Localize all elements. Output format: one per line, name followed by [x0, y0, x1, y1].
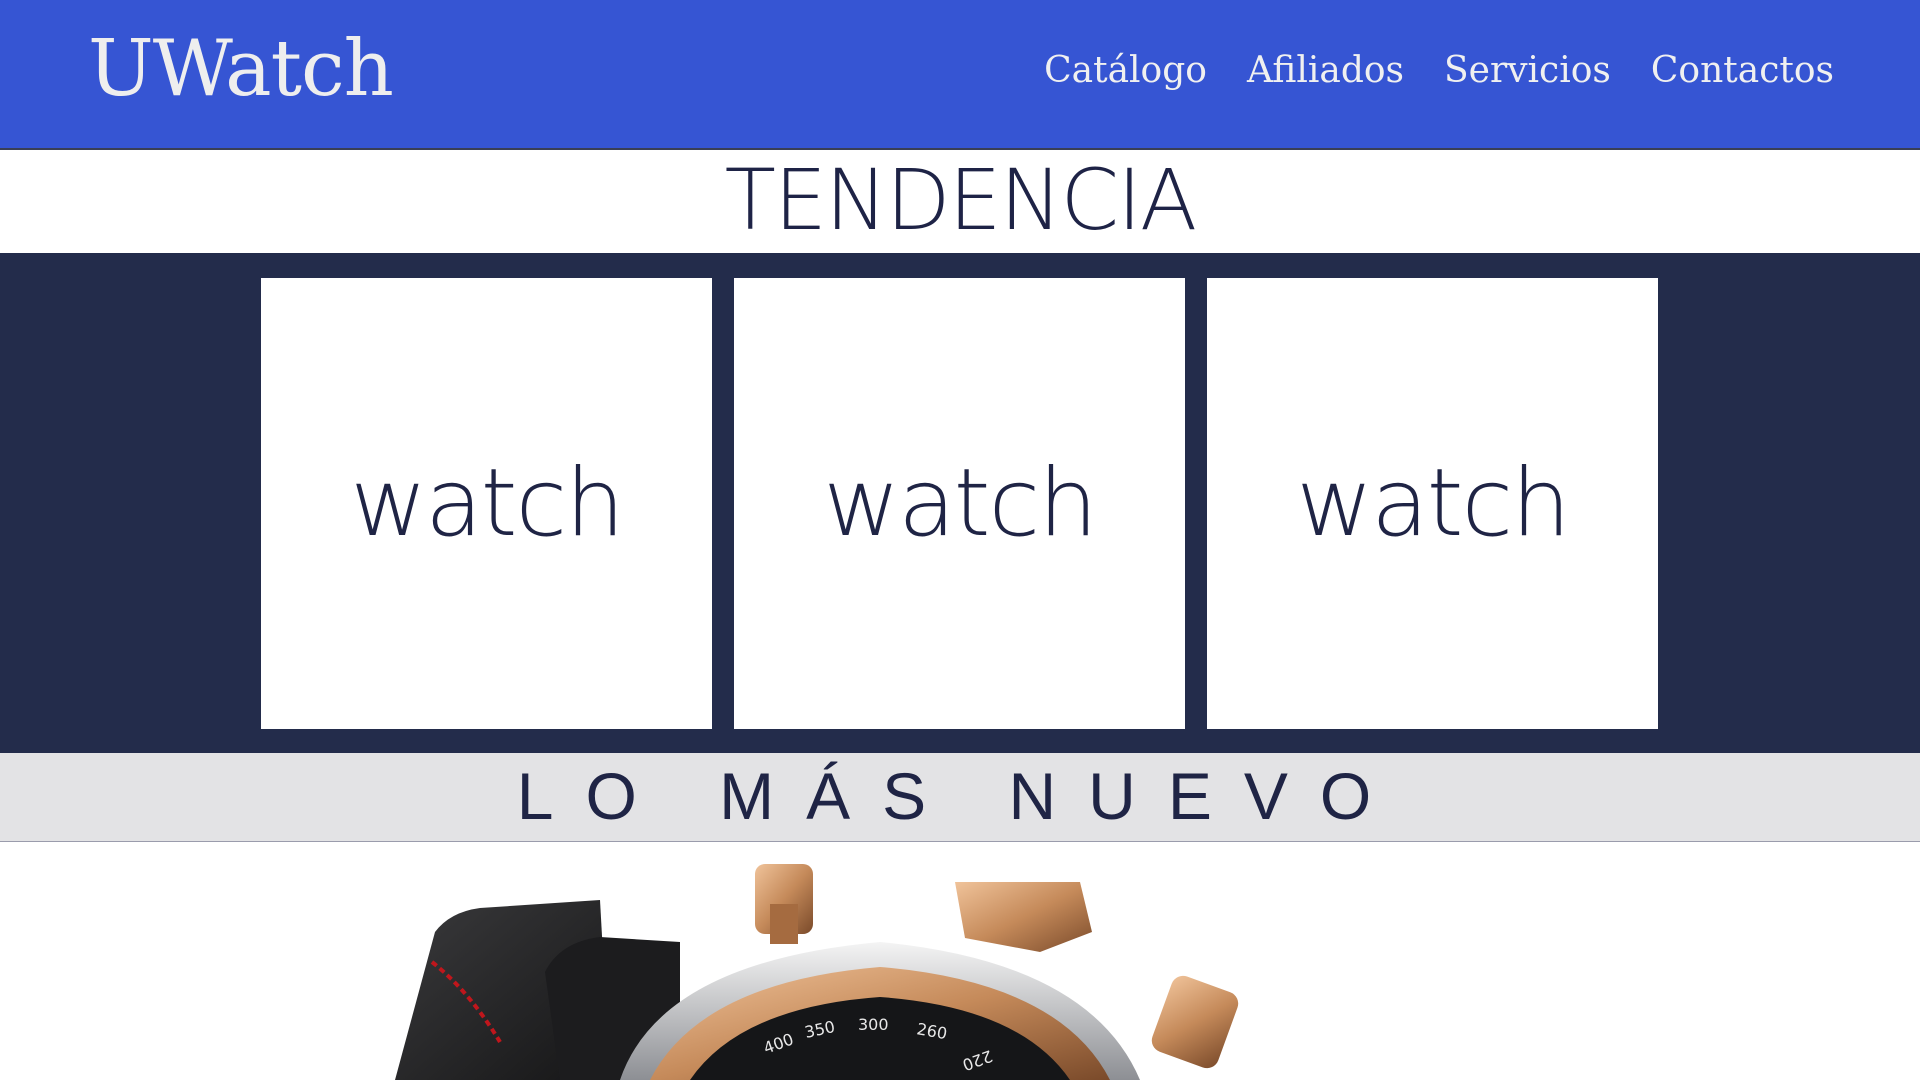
- main-nav: Catálogo Afiliados Servicios Contactos: [1044, 50, 1834, 91]
- new-title: LO MÁS NUEVO: [516, 759, 1404, 833]
- trend-heading-bar: TENDENCIA: [0, 150, 1920, 253]
- nav-afiliados[interactable]: Afiliados: [1247, 50, 1404, 91]
- chronograph-watch-image: 400 350 300 260 220: [395, 864, 1239, 1080]
- trend-card-2[interactable]: watch: [734, 278, 1185, 729]
- trend-card-label: watch: [1296, 449, 1571, 558]
- trend-card-label: watch: [350, 449, 625, 558]
- hero-image-area: 400 350 300 260 220: [0, 842, 1920, 1080]
- nav-catalogo[interactable]: Catálogo: [1044, 50, 1207, 91]
- brand-logo[interactable]: UWatch: [88, 24, 394, 114]
- nav-servicios[interactable]: Servicios: [1444, 50, 1611, 91]
- trend-gallery: watch watch watch: [0, 253, 1920, 753]
- trend-title: TENDENCIA: [724, 151, 1198, 249]
- site-header: UWatch Catálogo Afiliados Servicios Cont…: [0, 0, 1920, 150]
- trend-card-1[interactable]: watch: [261, 278, 712, 729]
- nav-contactos[interactable]: Contactos: [1651, 50, 1834, 91]
- trend-card-3[interactable]: watch: [1207, 278, 1658, 729]
- new-heading-bar: LO MÁS NUEVO: [0, 753, 1920, 842]
- trend-card-label: watch: [823, 449, 1098, 558]
- dial-number: 300: [858, 1015, 889, 1034]
